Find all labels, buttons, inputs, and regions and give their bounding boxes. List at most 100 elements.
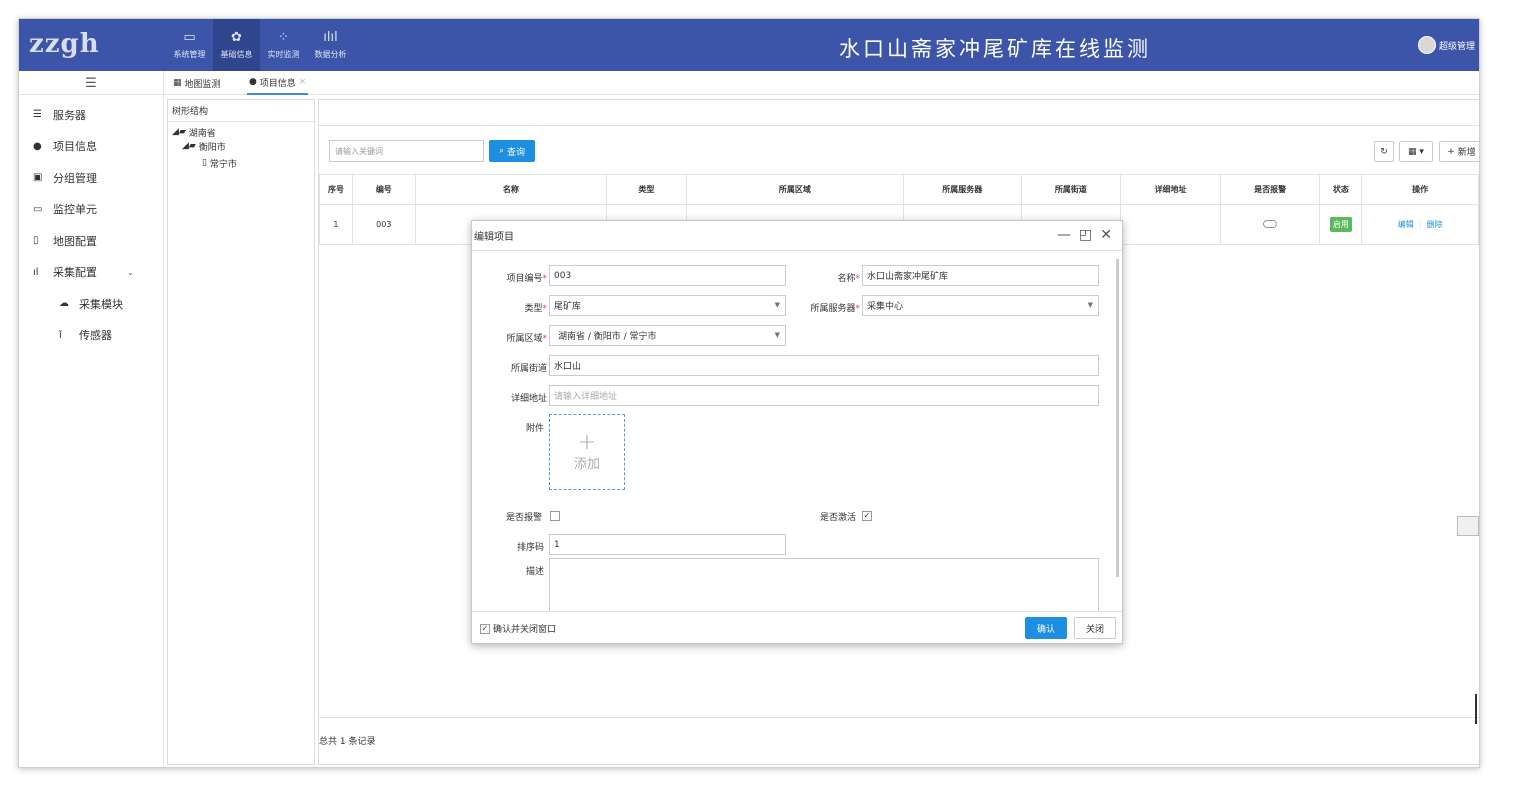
close-button[interactable]: 关闭 [1074, 617, 1116, 639]
col-header[interactable]: 编号 [351, 174, 416, 205]
close-after-confirm-option[interactable]: ✓ 确认并关闭窗口 [480, 622, 556, 635]
name-label: 名称* [837, 274, 860, 284]
active-checkbox[interactable]: ✓ [862, 511, 872, 521]
search-button-label: 查询 [506, 147, 525, 158]
tree-node-province[interactable]: ◢▰ 湖南省 [168, 125, 314, 139]
maximize-icon[interactable]: ◰ [1079, 227, 1092, 243]
chevron-down-icon: ▼ [774, 331, 780, 339]
type-select[interactable]: 尾矿库 ▼ [549, 295, 786, 316]
close-after-confirm-checkbox[interactable]: ✓ [480, 623, 490, 634]
add-button[interactable]: + 新增 [1439, 141, 1479, 162]
sidebar-item-server[interactable]: ☰ 服务器 [19, 99, 163, 131]
label-text: 类型 [524, 304, 543, 314]
active-label: 是否激活 [819, 513, 856, 523]
tree-node-county[interactable]: ▯ 常宁市 [168, 156, 314, 170]
col-header[interactable]: 状态 [1319, 174, 1363, 205]
alarm-checkbox[interactable] [550, 511, 560, 521]
nav-label: 系统管理 [173, 50, 206, 59]
minimize-icon[interactable]: — [1057, 227, 1071, 243]
sidebar-item-monitor-unit[interactable]: ▭ 监控单元 [19, 194, 163, 226]
delete-link[interactable]: 删除 [1427, 220, 1443, 229]
menu-toggle-icon[interactable]: ☰ [19, 71, 164, 95]
tree-node-label: 湖南省 [188, 128, 216, 139]
col-header[interactable]: 详细地址 [1120, 174, 1221, 205]
dialog-scrollbar[interactable] [1116, 259, 1119, 577]
user-menu[interactable]: 超级管理 [1417, 36, 1475, 54]
col-header[interactable]: 类型 [606, 174, 687, 205]
col-header[interactable]: 是否报警 [1219, 174, 1321, 205]
name-field[interactable]: 水口山斋家冲尾矿库 [862, 265, 1099, 286]
code-field[interactable]: 003 [549, 265, 786, 286]
sidebar-item-label: 项目信息 [53, 140, 97, 154]
nav-data-analysis[interactable]: ılıl 数据分析 [307, 19, 354, 71]
search-button[interactable]: ⌕ 查询 [489, 140, 535, 162]
attachment-upload[interactable]: + 添加 [549, 414, 625, 490]
scroll-indicator[interactable] [1475, 694, 1477, 724]
close-icon[interactable]: × [299, 77, 307, 87]
dialog-footer: ✓ 确认并关闭窗口 确认 关闭 [472, 611, 1122, 643]
bar-chart-icon: ıl [33, 266, 39, 278]
group-icon: ▣ [33, 172, 43, 184]
tab-label: 地图监测 [184, 79, 221, 90]
edit-link[interactable]: 编辑 [1398, 220, 1414, 229]
street-field[interactable]: 水口山 [549, 355, 1099, 376]
description-field[interactable] [549, 558, 1099, 612]
order-field[interactable]: 1 [549, 534, 786, 555]
thermometer-icon: ǐ [59, 329, 62, 341]
window-controls: — ◰ ✕ [1057, 227, 1112, 243]
close-icon[interactable]: ✕ [1100, 227, 1112, 243]
sidebar-item-label: 地图配置 [53, 234, 97, 248]
col-header[interactable]: 所属服务器 [902, 174, 1022, 205]
confirm-button[interactable]: 确认 [1025, 617, 1067, 639]
search-input[interactable]: 请输入关键词 [329, 140, 484, 162]
code-label: 项目编号* [506, 274, 547, 284]
status-badge: 启用 [1329, 217, 1352, 232]
select-value: 尾矿库 [554, 302, 582, 312]
description-label: 描述 [525, 567, 544, 577]
col-header[interactable]: 所属街道 [1020, 174, 1122, 205]
select-value: 湖南省 / 衡阳市 / 常宁市 [558, 332, 657, 342]
search-icon: ⌕ [499, 146, 507, 156]
sidebar-item-collection-config[interactable]: ıl 采集配置 ⌄ [19, 257, 163, 289]
nav-system-management[interactable]: ▭ 系统管理 [166, 19, 213, 71]
sidebar-item-map-config[interactable]: ▯ 地图配置 [19, 225, 163, 257]
side-handle[interactable] [1457, 516, 1479, 536]
nav-label: 实时监测 [267, 50, 300, 59]
sidebar-item-sensor[interactable]: ǐ 传感器 [19, 320, 163, 352]
top-nav: ▭ 系统管理 ✿ 基础信息 ⁘ 实时监测 ılıl 数据分析 [166, 19, 354, 71]
sidebar-item-group-management[interactable]: ▣ 分组管理 [19, 162, 163, 194]
nav-basic-info[interactable]: ✿ 基础信息 [213, 19, 260, 71]
alarm-toggle[interactable] [1263, 219, 1278, 228]
cell-actions: 编辑 | 删除 [1361, 204, 1479, 245]
dialog-title: 编辑项目 [474, 232, 514, 243]
col-header[interactable]: 名称 [414, 174, 608, 205]
label-text: 名称 [837, 274, 856, 284]
columns-button[interactable]: ▦ ▾ [1399, 141, 1433, 162]
tree-panel: 树形结构 ◢▰ 湖南省 ◢▰ 衡阳市 ▯ 常宁市 [167, 99, 315, 765]
sidebar-item-label: 分组管理 [53, 171, 97, 185]
gear-icon: ✿ [231, 30, 242, 45]
close-after-confirm-label: 确认并关闭窗口 [493, 625, 557, 635]
region-select[interactable]: 湖南省 / 衡阳市 / 常宁市 ▼ [549, 325, 786, 346]
tree-node-label: 常宁市 [209, 159, 237, 170]
col-header[interactable]: 序号 [319, 174, 353, 205]
server-select[interactable]: 采集中心 ▼ [862, 295, 1099, 316]
logo: zzgh [29, 29, 100, 59]
divider [319, 717, 1479, 718]
plus-icon: + [1447, 146, 1458, 157]
tab-map-monitor[interactable]: ▦ 地图监测 [173, 71, 220, 95]
tree-node-city[interactable]: ◢▰ 衡阳市 [168, 139, 314, 153]
tab-project-info[interactable]: ● 项目信息 × [247, 71, 309, 95]
user-name: 超级管理 [1438, 41, 1475, 52]
plus-icon: + [577, 429, 597, 455]
sidebar-item-project-info[interactable]: ● 项目信息 [19, 131, 163, 163]
nav-realtime-monitor[interactable]: ⁘ 实时监测 [260, 19, 307, 71]
col-header[interactable]: 操作 [1361, 174, 1479, 205]
chevron-down-icon: ▼ [774, 301, 780, 309]
sidebar-item-collection-module[interactable]: ☁ 采集模块 [19, 288, 163, 320]
table-header-row: 序号 编号 名称 类型 所属区域 所属服务器 所属街道 详细地址 是否报警 状态… [319, 174, 1479, 205]
col-header[interactable]: 所属区域 [685, 174, 904, 205]
cell-address [1120, 204, 1221, 245]
refresh-button[interactable]: ↻ [1374, 141, 1394, 162]
address-field[interactable]: 请输入详细地址 [549, 385, 1099, 406]
